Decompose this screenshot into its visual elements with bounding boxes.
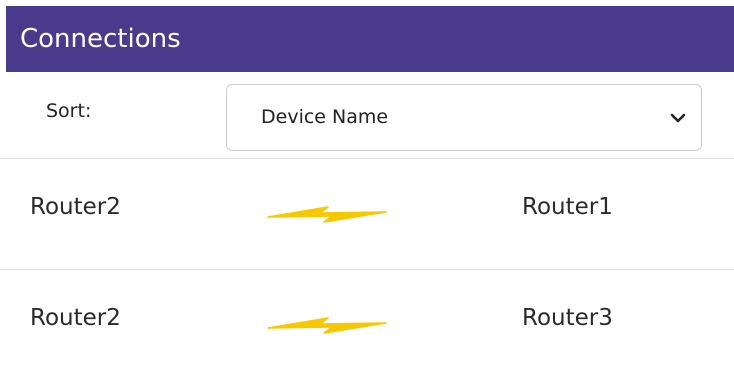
sort-select-value: Device Name <box>261 106 389 128</box>
device-b-name: Router1 <box>522 194 613 220</box>
lightning-bolt-icon <box>267 206 387 223</box>
sort-label: Sort: <box>46 100 92 122</box>
chevron-down-icon <box>670 113 686 123</box>
connection-row[interactable]: Router2 Router3 <box>0 269 734 379</box>
connections-panel: Connections Sort: Device Name Router2 Ro… <box>0 0 734 379</box>
device-a-name: Router2 <box>30 305 121 331</box>
device-b-name: Router3 <box>522 305 613 331</box>
connection-row[interactable]: Router2 Router1 <box>0 158 734 268</box>
sort-row: Sort: Device Name <box>0 72 734 158</box>
sort-select[interactable]: Device Name <box>226 84 702 151</box>
panel-title: Connections <box>6 6 734 72</box>
device-a-name: Router2 <box>30 194 121 220</box>
lightning-bolt-icon <box>267 317 387 334</box>
